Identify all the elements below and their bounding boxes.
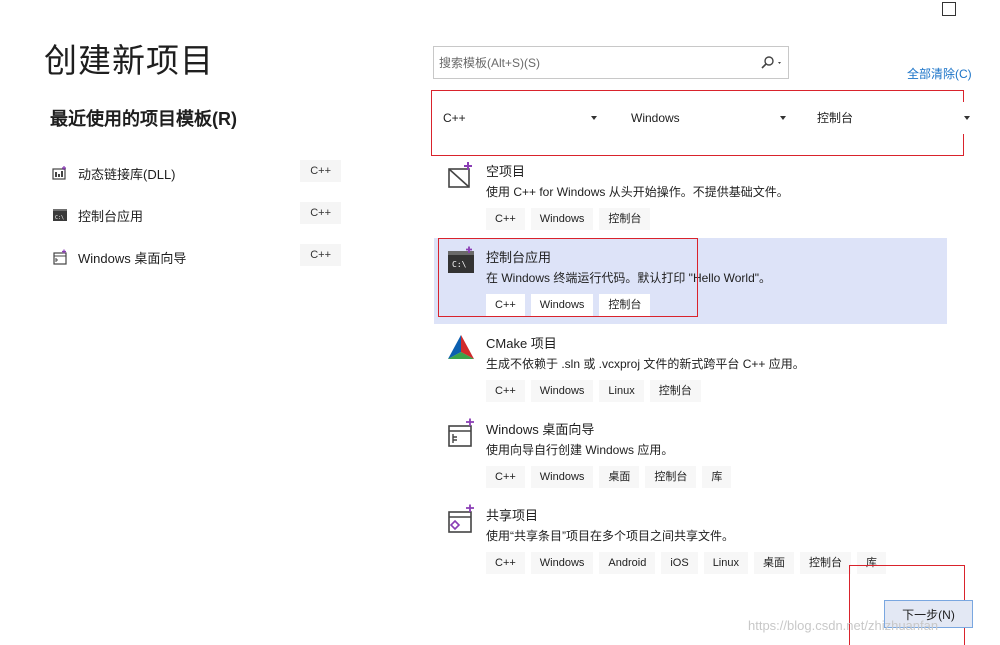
tag: Linux <box>599 380 644 402</box>
project-type-filter-value: 控制台 <box>817 111 854 125</box>
template-name: 共享项目 <box>486 508 539 523</box>
template-search <box>433 46 789 79</box>
project-type-filter[interactable]: 控制台 <box>807 102 974 134</box>
template-tags: C++ Windows 桌面 控制台 库 <box>486 466 732 488</box>
template-tags: C++ Windows Linux 控制台 <box>486 380 701 402</box>
tag: 控制台 <box>649 380 701 402</box>
search-icon[interactable] <box>758 53 786 73</box>
platform-filter[interactable]: Windows <box>621 102 790 134</box>
template-tags: C++ Windows 控制台 <box>486 208 651 230</box>
recent-item-dll[interactable]: 动态链接库(DLL) C++ <box>50 152 345 194</box>
language-filter-value: C++ <box>443 111 466 125</box>
template-name: Windows 桌面向导 <box>486 422 595 437</box>
tag: 控制台 <box>799 552 851 574</box>
template-empty-project[interactable]: 空项目 使用 C++ for Windows 从头开始操作。不提供基础文件。 C… <box>434 152 947 238</box>
recent-templates-title: 最近使用的项目模板(R) <box>50 109 237 129</box>
tag: C++ <box>486 552 525 574</box>
clear-all-link[interactable]: 全部清除(C) <box>907 65 972 82</box>
template-description: 在 Windows 终端运行代码。默认打印 "Hello World"。 <box>486 271 772 285</box>
template-name: 空项目 <box>486 164 526 179</box>
tag: C++ <box>486 380 525 402</box>
search-input[interactable] <box>434 47 744 78</box>
svg-text:C:\: C:\ <box>452 260 467 269</box>
tag: Windows <box>530 208 594 230</box>
tag: Windows <box>530 294 594 316</box>
chevron-down-icon <box>591 116 597 120</box>
tag: 桌面 <box>599 466 640 488</box>
recent-item-tag: C++ <box>300 160 341 182</box>
template-console-app[interactable]: C:\ 控制台应用 在 Windows 终端运行代码。默认打印 "Hello W… <box>434 238 947 324</box>
platform-filter-value: Windows <box>631 111 680 125</box>
tag: 控制台 <box>645 466 697 488</box>
shared-project-icon <box>446 504 476 534</box>
template-tags: C++ Windows Android iOS Linux 桌面 控制台 库 <box>486 552 886 574</box>
page-title: 创建新项目 <box>44 42 214 79</box>
template-tags: C++ Windows 控制台 <box>486 294 651 316</box>
chevron-down-icon <box>780 116 786 120</box>
template-description: 生成不依赖于 .sln 或 .vcxproj 文件的新式跨平台 C++ 应用。 <box>486 357 805 371</box>
recent-item-tag: C++ <box>300 244 341 266</box>
tag: Windows <box>530 380 594 402</box>
tag: Linux <box>703 552 748 574</box>
recent-item-desktop-wizard[interactable]: Windows 桌面向导 C++ <box>50 236 345 278</box>
template-description: 使用向导自行创建 Windows 应用。 <box>486 443 674 457</box>
template-name: 控制台应用 <box>486 250 552 265</box>
tag: C++ <box>486 294 525 316</box>
console-app-icon: C:\ <box>446 246 476 276</box>
template-description: 使用 C++ for Windows 从头开始操作。不提供基础文件。 <box>486 185 789 199</box>
template-shared-project[interactable]: 共享项目 使用“共享条目”项目在多个项目之间共享文件。 C++ Windows … <box>434 496 947 582</box>
tag: Windows <box>530 552 594 574</box>
template-desktop-wizard[interactable]: Windows 桌面向导 使用向导自行创建 Windows 应用。 C++ Wi… <box>434 410 947 496</box>
recent-item-tag: C++ <box>300 202 341 224</box>
template-description: 使用“共享条目”项目在多个项目之间共享文件。 <box>486 529 734 543</box>
tag: Android <box>599 552 656 574</box>
template-cmake-project[interactable]: CMake 项目 生成不依赖于 .sln 或 .vcxproj 文件的新式跨平台… <box>434 324 947 410</box>
desktop-wizard-icon <box>52 249 68 265</box>
maximize-button[interactable] <box>942 2 956 16</box>
template-name: CMake 项目 <box>486 336 557 351</box>
watermark-text: https://blog.csdn.net/zhizhuanfan <box>748 618 939 633</box>
tag: 库 <box>856 552 886 574</box>
tag: C++ <box>486 208 525 230</box>
svg-text:C:\: C:\ <box>55 215 64 221</box>
tag: iOS <box>661 552 698 574</box>
tag: Windows <box>530 466 594 488</box>
chevron-down-icon <box>964 116 970 120</box>
language-filter[interactable]: C++ <box>433 102 601 134</box>
dll-template-icon <box>52 165 68 181</box>
tag: 控制台 <box>599 294 651 316</box>
tag: 桌面 <box>753 552 794 574</box>
cmake-icon <box>446 332 476 362</box>
recent-item-console-app[interactable]: C:\ 控制台应用 C++ <box>50 194 345 236</box>
recent-templates-list: 动态链接库(DLL) C++ C:\ 控制台应用 C++ Windows 桌面向… <box>50 152 345 278</box>
empty-project-icon <box>446 160 476 190</box>
desktop-wizard-icon <box>446 418 476 448</box>
tag: 库 <box>702 466 732 488</box>
tag: C++ <box>486 466 525 488</box>
console-app-icon: C:\ <box>52 207 68 223</box>
tag: 控制台 <box>599 208 651 230</box>
